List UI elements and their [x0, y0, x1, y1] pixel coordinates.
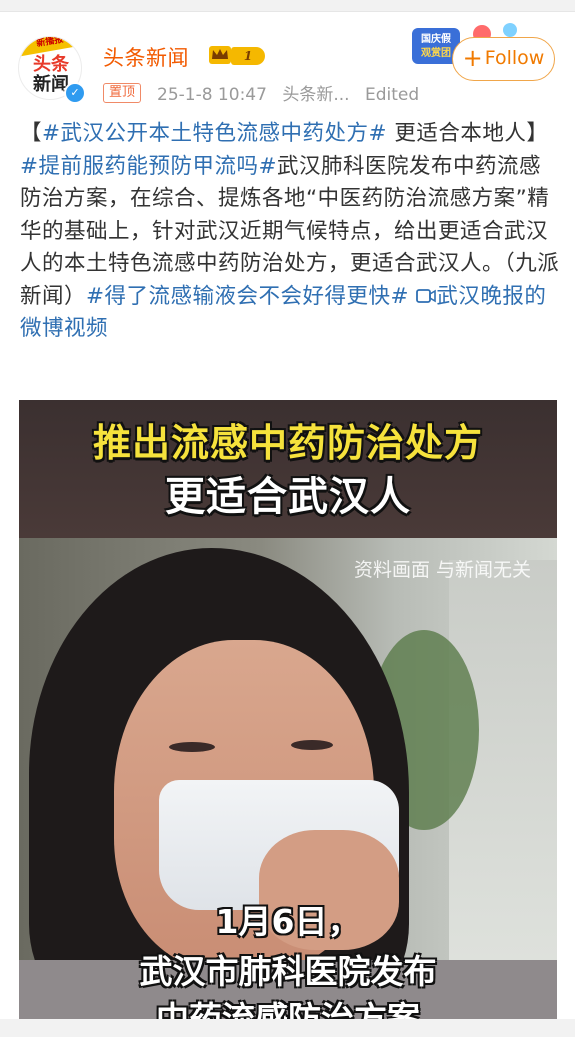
video-person-eye: [291, 740, 333, 750]
plus-icon: +: [462, 44, 483, 72]
post-text: 【#武汉公开本土特色流感中药处方# 更适合本地人】#提前服药能预防甲流吗#武汉肺…: [20, 118, 560, 346]
video-person-eye: [169, 742, 215, 752]
title-rest: 更适合本地人】: [387, 121, 549, 146]
video-player[interactable]: 推出流感中药防治处方 更适合武汉人 资料画面 与新闻无关 1月6日， 武汉市肺科…: [19, 400, 557, 1019]
verified-icon: ✓: [64, 82, 86, 104]
svg-text:观赏团: 观赏团: [421, 46, 451, 59]
follow-label: Follow: [484, 47, 545, 69]
source: 头条新...: [282, 85, 350, 105]
title-open-bracket: 【: [20, 121, 43, 146]
bottom-strip: [0, 1019, 575, 1037]
avatar-logo-line1: 头条: [33, 54, 69, 75]
pinned-badge: 置顶: [103, 83, 142, 103]
video-watermark: 资料画面 与新闻无关: [354, 559, 532, 581]
video-caption-line2: 中药流感防治方案: [156, 999, 420, 1019]
crown-icon: [209, 46, 231, 64]
timestamp: 25-1-8 10:47: [157, 85, 267, 105]
username[interactable]: 头条新闻: [103, 42, 189, 72]
post-meta: 25-1-8 10:47 头条新... Edited: [157, 80, 429, 105]
level-badge: 1: [231, 47, 265, 65]
video-headline: 推出流感中药防治处方: [92, 421, 483, 465]
follow-button[interactable]: + Follow: [452, 37, 555, 81]
edited-label[interactable]: Edited: [365, 85, 419, 105]
video-caption-line1: 武汉市肺科医院发布: [139, 952, 437, 991]
top-strip: [0, 0, 575, 12]
hashtag-wuhan-prescription[interactable]: #武汉公开本土特色流感中药处方#: [42, 121, 387, 146]
hashtag-prevent-flu[interactable]: #提前服药能预防甲流吗#: [20, 154, 277, 179]
video-caption-date: 1月6日，: [215, 902, 361, 941]
hashtag-infusion[interactable]: #得了流感输液会不会好得更快#: [86, 284, 409, 309]
avatar[interactable]: 新播报 头条 新闻 ✓: [18, 30, 86, 104]
video-subheadline: 更适合武汉人: [165, 474, 411, 520]
video-link-icon: [416, 288, 437, 303]
svg-text:国庆假: 国庆假: [421, 32, 452, 45]
